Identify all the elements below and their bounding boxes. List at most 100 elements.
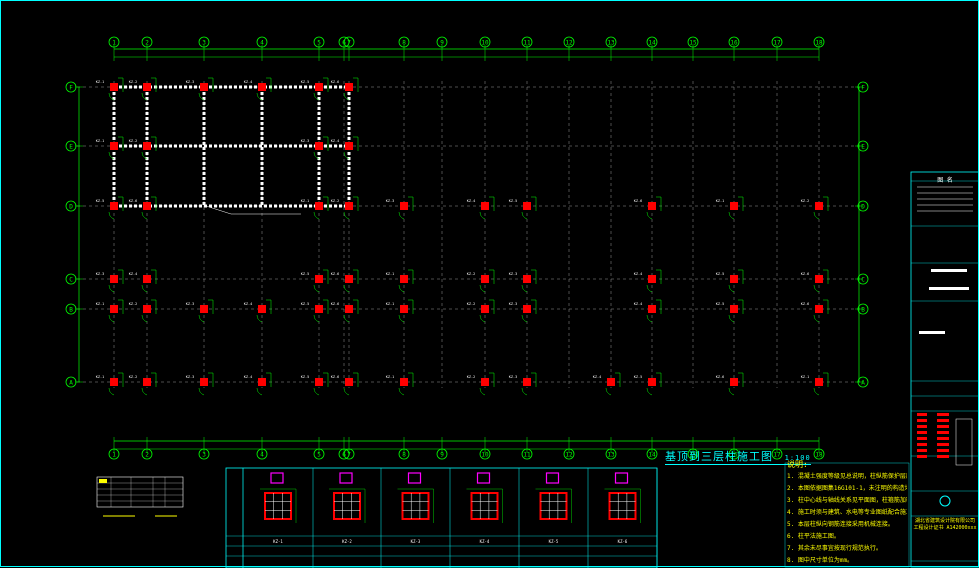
axis-label: A xyxy=(861,380,865,387)
axis-label: 9 xyxy=(440,452,444,459)
column-dim-arc xyxy=(521,211,528,220)
column-dim-arc xyxy=(108,284,115,293)
column xyxy=(400,275,408,283)
column xyxy=(648,305,656,313)
column xyxy=(110,275,118,283)
column-tag: KZ-2 xyxy=(467,302,475,306)
revision-mark xyxy=(937,437,949,440)
column xyxy=(143,142,151,150)
column-section xyxy=(264,492,292,520)
column-tag: KZ-4 xyxy=(129,272,137,276)
column-dim-arc xyxy=(141,314,148,323)
column-dim-arc xyxy=(813,284,820,293)
column-dim-arc xyxy=(521,387,528,396)
column-tag: KZ-5 xyxy=(301,375,309,379)
column-tag: KZ-5 xyxy=(96,199,104,203)
column xyxy=(648,275,656,283)
legend-table xyxy=(96,476,184,508)
company-name-text: 湖北省建筑设计院有限公司 xyxy=(914,518,975,524)
column-tag: KZ-6 xyxy=(801,272,809,276)
revision-mark xyxy=(937,455,949,458)
revision-mark xyxy=(917,425,927,428)
axis-label: F xyxy=(861,85,865,92)
axis-label: C xyxy=(861,277,865,284)
column-dim-arc xyxy=(313,284,320,293)
note-item: 2. 本图依据图集16G101-1，未注明的构造均按图集要求施工。 xyxy=(787,485,907,492)
axis-label: 15 xyxy=(689,40,697,47)
axis-label: 13 xyxy=(607,452,615,459)
axis-label: D xyxy=(69,204,73,211)
column xyxy=(400,378,408,386)
revision-mark xyxy=(917,437,927,440)
axis-label: 18 xyxy=(815,452,823,459)
column xyxy=(143,202,151,210)
column-tag: KZ-5 xyxy=(716,302,724,306)
column-tag: KZ-3 xyxy=(186,302,194,306)
column-dim-arc xyxy=(108,211,115,220)
column-section xyxy=(539,492,568,520)
column-dim-arc xyxy=(646,314,653,323)
axis-label: E xyxy=(861,144,865,151)
column xyxy=(143,305,151,313)
axis-label: 4 xyxy=(260,452,264,459)
axis-label: 14 xyxy=(648,452,656,459)
column-dim-arc xyxy=(605,387,612,396)
column-tag: KZ-2 xyxy=(331,199,339,203)
revision-mark xyxy=(937,419,949,422)
column xyxy=(258,83,266,91)
section-marker xyxy=(614,472,629,484)
column-dim-arc xyxy=(141,387,148,396)
revision-mark xyxy=(937,443,949,446)
note-item: 1. 混凝土强度等级见总说明，柱纵筋保护层厚度按规范执行。 xyxy=(787,473,907,480)
column-tag: KZ-6 xyxy=(129,199,137,203)
axis-label: 12 xyxy=(565,40,573,47)
column-tag: KZ-4 xyxy=(244,302,252,306)
column-dim-arc xyxy=(343,314,350,323)
column-dim-arc xyxy=(256,387,263,396)
column-tag: KZ-3 xyxy=(96,272,104,276)
axis-label: B xyxy=(861,307,865,314)
axis-label: F xyxy=(69,85,73,92)
axis-label: 16 xyxy=(730,40,738,47)
revision-mark xyxy=(937,449,949,452)
revision-mark xyxy=(937,413,949,416)
column-tag: KZ-1 xyxy=(96,302,104,306)
column-tag: KZ-2 xyxy=(129,302,137,306)
title-block-header: 图 名 xyxy=(913,175,977,184)
section-tag: KZ-1 xyxy=(273,539,283,544)
column xyxy=(815,305,823,313)
column-dim-arc xyxy=(521,284,528,293)
revision-mark xyxy=(917,449,927,452)
column-dim-arc xyxy=(313,211,320,220)
column-tag: KZ-3 xyxy=(186,80,194,84)
column xyxy=(730,305,738,313)
column-dim-arc xyxy=(728,284,735,293)
column-tag: KZ-6 xyxy=(331,80,339,84)
column xyxy=(345,142,353,150)
column-dim-arc xyxy=(108,387,115,396)
column-dim-arc xyxy=(813,314,820,323)
axis-label: 9 xyxy=(440,40,444,47)
column-tag: KZ-5 xyxy=(509,199,517,203)
note-item: 8. 图中尺寸单位为mm。 xyxy=(787,557,854,564)
column-tag: KZ-1 xyxy=(96,375,104,379)
column-tag: KZ-1 xyxy=(801,375,809,379)
column-section xyxy=(608,492,637,520)
title-block-bar xyxy=(919,331,945,334)
column-dim-arc xyxy=(343,387,350,396)
column-dim-arc xyxy=(521,314,528,323)
section-tag: KZ-6 xyxy=(618,539,628,544)
column-tag: KZ-5 xyxy=(301,80,309,84)
column-tag: KZ-2 xyxy=(467,272,475,276)
column xyxy=(481,202,489,210)
column-tag: KZ-1 xyxy=(386,375,394,379)
column-tag: KZ-6 xyxy=(801,302,809,306)
column xyxy=(648,202,656,210)
column-dim-arc xyxy=(728,211,735,220)
notes-block: 说明: 1. 混凝土强度等级见总说明，柱纵筋保护层厚度按规范执行。 2. 本图依… xyxy=(787,459,907,567)
column xyxy=(110,305,118,313)
column-tag: KZ-1 xyxy=(96,139,104,143)
company-name: 湖北省建筑设计院有限公司 工程设计证书 A142000xxx xyxy=(913,518,977,532)
notes-title: 说明: xyxy=(787,460,808,469)
section-tag: KZ-4 xyxy=(480,539,490,544)
